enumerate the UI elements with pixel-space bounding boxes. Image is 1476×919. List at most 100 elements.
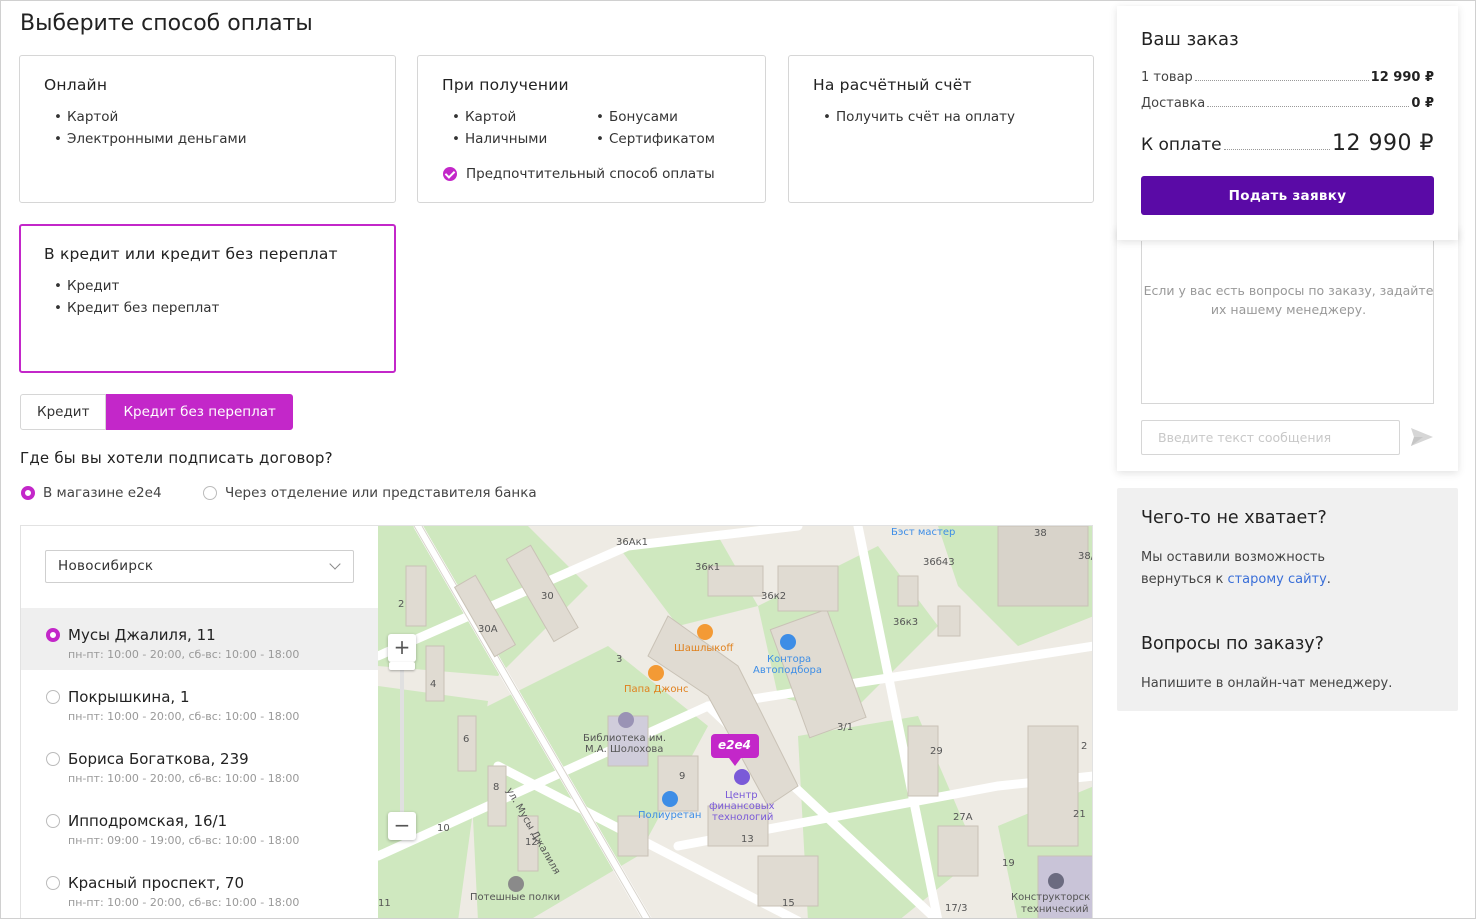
map-house-number: 8 (493, 782, 500, 793)
zoom-slider-handle[interactable] (389, 662, 415, 670)
city-select-value: Новосибирск (58, 558, 154, 574)
store-item[interactable]: Ипподромская, 16/1 пн-пт: 09:00 - 19:00,… (21, 794, 378, 856)
store-hours: пн-пт: 10:00 - 20:00, сб-вс: 10:00 - 18:… (68, 710, 300, 723)
missing-text-line: вернуться к (1141, 572, 1224, 587)
map-canvas (378, 526, 1092, 918)
info-panel: Чего-то не хватает? Мы оставили возможно… (1117, 488, 1458, 711)
payment-card-title: В кредит или кредит без переплат (44, 245, 338, 263)
store-name: Бориса Богаткова, 239 (68, 750, 249, 768)
payment-option: Наличными (452, 128, 547, 150)
map-poi-label: технологий (712, 812, 774, 823)
map-house-number: 36Ак1 (616, 537, 648, 548)
store-name: Мусы Джалиля, 11 (68, 626, 216, 644)
signing-option-bank[interactable]: Через отделение или представителя банка (203, 485, 537, 501)
store-hours: пн-пт: 10:00 - 20:00, сб-вс: 10:00 - 18:… (68, 896, 300, 909)
map-poi-label: Шашлыкoff (674, 643, 734, 654)
map-house-number: 30А (478, 624, 498, 635)
payment-card-credit[interactable]: В кредит или кредит без переплат Кредит … (19, 224, 396, 373)
map-house-number: 15 (782, 898, 795, 909)
credit-type-tabs: Кредит Кредит без переплат (20, 394, 293, 430)
map-house-number: 36к2 (761, 591, 787, 602)
payment-options-list: Картой Электронными деньгами (54, 106, 247, 150)
map[interactable]: e2e4 Шашлыкoff Папа Джонс Контора Автопо… (378, 526, 1093, 918)
store-hours: пн-пт: 10:00 - 20:00, сб-вс: 10:00 - 18:… (68, 772, 300, 785)
order-total-label: К оплате (1141, 135, 1222, 155)
dotted-leader (1223, 149, 1331, 150)
map-poi-label: Бэст мастер (891, 527, 956, 538)
payment-card-on-delivery[interactable]: При получении Картой Наличными Бонусами … (417, 55, 766, 203)
radio-button[interactable] (203, 486, 217, 500)
map-house-number: 11 (378, 898, 391, 909)
signing-question: Где бы вы хотели подписать договор? (20, 449, 333, 467)
payment-options-list: Картой Наличными (452, 106, 547, 150)
radio-button[interactable] (46, 628, 60, 642)
map-poi-label: финансовых (709, 801, 775, 812)
payment-option: Сертификатом (596, 128, 715, 150)
payment-card-title: При получении (442, 76, 569, 94)
map-house-number: 36к1 (695, 562, 721, 573)
radio-button[interactable] (46, 876, 60, 890)
map-house-number: 2 (1081, 741, 1088, 752)
dotted-leader (1207, 106, 1410, 107)
payment-card-invoice[interactable]: На расчётный счёт Получить счёт на оплат… (788, 55, 1094, 203)
payment-option: Электронными деньгами (54, 128, 247, 150)
map-house-number: 17/3 (945, 903, 968, 914)
signing-option-store[interactable]: В магазине e2e4 (21, 485, 162, 501)
payment-card-title: Онлайн (44, 76, 108, 94)
zoom-out-button[interactable]: − (388, 812, 416, 840)
map-brand-pin[interactable]: e2e4 (718, 738, 751, 752)
payment-options-list: Кредит Кредит без переплат (54, 275, 219, 319)
chat-panel: Если у вас есть вопросы по заказу, задай… (1117, 227, 1458, 471)
radio-button[interactable] (46, 690, 60, 704)
missing-text: Мы оставили возможность вернуться к стар… (1141, 547, 1331, 591)
store-name: Ипподромская, 16/1 (68, 812, 228, 830)
city-select[interactable]: Новосибирск (45, 550, 354, 583)
map-house-number: 13 (741, 834, 754, 845)
payment-card-online[interactable]: Онлайн Картой Электронными деньгами (19, 55, 396, 203)
store-item[interactable]: Красный проспект, 70 пн-пт: 10:00 - 20:0… (21, 856, 378, 918)
radio-button[interactable] (46, 752, 60, 766)
map-house-number: 36к3 (893, 617, 919, 628)
zoom-in-button[interactable]: + (388, 634, 416, 662)
order-delivery-value: 0 ₽ (1411, 96, 1434, 111)
payment-option: Картой (54, 106, 246, 128)
preferred-method-label: Предпочтительный способ оплаты (466, 166, 715, 182)
map-poi-label: технический (1021, 904, 1089, 915)
payment-option: Кредит без переплат (54, 297, 219, 319)
missing-text-end: . (1326, 572, 1331, 587)
payment-option: Картой (452, 106, 547, 128)
store-map-block: Новосибирск Мусы Джалиля, 11 пн-пт: 10:0… (20, 525, 1093, 918)
map-poi-label: Центр (725, 790, 758, 801)
map-house-number: 4 (430, 679, 437, 690)
chat-message-input[interactable] (1141, 420, 1400, 455)
dotted-leader (1194, 80, 1369, 81)
order-items-value: 12 990 ₽ (1370, 70, 1434, 85)
map-house-number: 19 (1002, 858, 1015, 869)
payment-option: Получить счёт на оплату (823, 106, 1015, 128)
old-site-link[interactable]: старому сайту (1227, 572, 1326, 587)
store-item[interactable]: Покрышкина, 1 пн-пт: 10:00 - 20:00, сб-в… (21, 670, 378, 732)
submit-application-button[interactable]: Подать заявку (1141, 176, 1434, 215)
map-house-number: 36б43 (923, 557, 955, 568)
payment-options-list: Бонусами Сертификатом (596, 106, 715, 150)
order-items-row: 1 товар 12 990 ₽ (1141, 70, 1434, 85)
order-total-value: 12 990 ₽ (1332, 131, 1434, 156)
store-item[interactable]: Бориса Богаткова, 239 пн-пт: 10:00 - 20:… (21, 732, 378, 794)
map-house-number: 29 (930, 746, 943, 757)
signing-option-label: Через отделение или представителя банка (225, 485, 537, 501)
store-panel: Новосибирск Мусы Джалиля, 11 пн-пт: 10:0… (21, 526, 378, 918)
payment-options-list: Получить счёт на оплату (823, 106, 1015, 128)
map-house-number: 38/ (1078, 551, 1093, 562)
map-poi-label: Автоподбора (753, 665, 823, 676)
map-house-number: 21 (1073, 809, 1086, 820)
tab-credit-no-overpay[interactable]: Кредит без переплат (106, 394, 293, 430)
order-summary: Ваш заказ 1 товар 12 990 ₽ Доставка 0 ₽ … (1117, 6, 1458, 240)
tab-credit[interactable]: Кредит (20, 394, 107, 430)
radio-button[interactable] (46, 814, 60, 828)
zoom-slider[interactable] (400, 666, 404, 816)
store-item[interactable]: Мусы Джалиля, 11 пн-пт: 10:00 - 20:00, с… (21, 608, 378, 670)
send-icon[interactable] (1411, 428, 1433, 446)
questions-title: Вопросы по заказу? (1141, 634, 1324, 654)
order-total-row: К оплате 12 990 ₽ (1141, 131, 1434, 156)
radio-button[interactable] (21, 486, 35, 500)
